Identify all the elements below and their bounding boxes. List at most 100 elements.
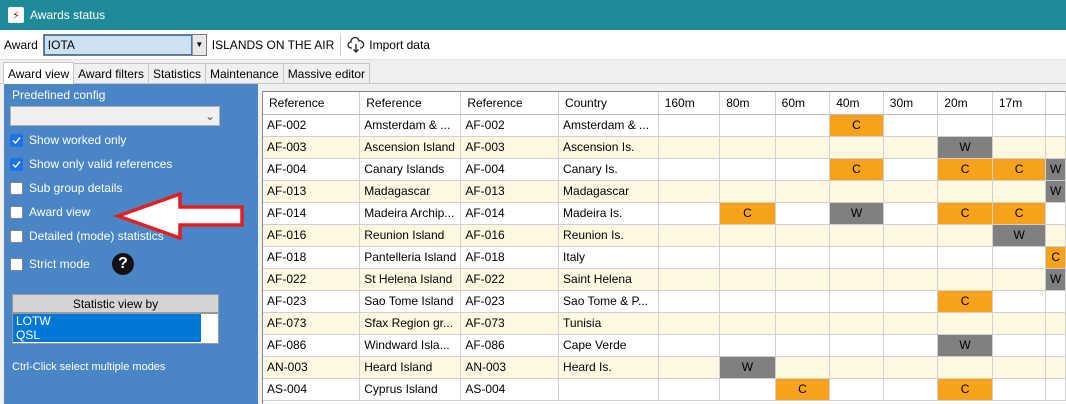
table-cell: AF-002: [460, 114, 560, 137]
band-cell: [937, 312, 993, 335]
column-header[interactable]: 17m: [992, 92, 1047, 115]
table-row[interactable]: AF-003 Ascension Island AF-003 Ascension Is…: [263, 136, 1066, 159]
checkbox-checked-icon[interactable]: [10, 157, 23, 171]
column-header[interactable]: [1045, 92, 1066, 115]
band-cell: C: [829, 114, 884, 137]
column-header[interactable]: Reference: [263, 92, 361, 115]
table-row[interactable]: AF-016 Reunion Island AF-016 Reunion Is. W: [263, 224, 1066, 247]
band-cell: [719, 334, 776, 357]
predefined-config-label: Predefined config: [12, 88, 106, 102]
predefined-config-select[interactable]: ⌄: [10, 106, 220, 126]
band-cell: [883, 158, 939, 181]
table-cell: AF-002: [263, 114, 361, 137]
column-header[interactable]: 160m: [658, 92, 721, 115]
band-cell: [1045, 290, 1066, 313]
tab-massive-editor[interactable]: Massive editor: [282, 63, 371, 83]
window-title: Awards status: [30, 8, 106, 22]
band-cell: [992, 312, 1047, 335]
table-row[interactable]: AF-002 Amsterdam & ... AF-002 Amsterdam & .…: [263, 114, 1066, 137]
table-cell: AF-073: [460, 312, 560, 335]
band-cell: C: [829, 158, 884, 181]
table-cell: AF-004: [263, 158, 361, 181]
option-sub-group-details[interactable]: Sub group details: [10, 178, 122, 198]
band-cell: W: [1045, 268, 1066, 291]
band-cell: [883, 224, 939, 247]
band-cell: W: [992, 224, 1047, 247]
table-row[interactable]: AS-004 Cyprus Island AS-004 C C: [263, 378, 1066, 401]
table-row[interactable]: AF-013 Madagascar AF-013 Madagascar W: [263, 180, 1066, 203]
option-detailed-statistics[interactable]: Detailed (mode) statistics: [10, 226, 164, 246]
table-row[interactable]: AF-004 Canary Islands AF-004 Canary Is. C C C W: [263, 158, 1066, 181]
band-cell: [992, 136, 1047, 159]
option-show-worked-only[interactable]: Show worked only: [10, 130, 126, 150]
band-cell: [1045, 378, 1066, 401]
list-item[interactable]: QSL: [13, 328, 201, 342]
list-item[interactable]: LOTW: [13, 314, 201, 328]
band-cell: [719, 378, 776, 401]
band-cell: [883, 356, 939, 379]
multi-select-hint: Ctrl-Click select multiple modes: [12, 361, 166, 373]
table-cell: AF-018: [263, 246, 361, 269]
checkbox-icon[interactable]: [10, 205, 23, 219]
band-cell: [658, 114, 721, 137]
table-row[interactable]: AF-018 Pantelleria Island AF-018 Italy C: [263, 246, 1066, 269]
band-cell: [883, 114, 939, 137]
tab-bar: Award view Award filters Statistics Main…: [0, 62, 1066, 84]
tab-maintenance[interactable]: Maintenance: [204, 63, 284, 83]
column-header[interactable]: 80m: [719, 92, 776, 115]
band-cell: [658, 136, 721, 159]
checkbox-icon[interactable]: [10, 257, 23, 271]
band-cell: C: [775, 378, 831, 401]
band-cell: [775, 290, 831, 313]
toolbar-divider: [340, 33, 342, 56]
table-row[interactable]: AN-003 Heard Island AN-003 Heard Is. W: [263, 356, 1066, 379]
option-show-only-valid-references[interactable]: Show only valid references: [10, 154, 172, 174]
table-row[interactable]: AF-086 Windward Isla... AF-086 Cape Verde W: [263, 334, 1066, 357]
table-cell: AF-018: [460, 246, 560, 269]
checkbox-icon[interactable]: [10, 229, 23, 243]
column-header[interactable]: 60m: [775, 92, 831, 115]
tab-statistics[interactable]: Statistics: [147, 63, 206, 83]
table-cell: Ascension Island: [359, 136, 462, 159]
award-select[interactable]: IOTA ▼: [42, 33, 207, 56]
award-select-value: IOTA: [43, 34, 192, 55]
table-row[interactable]: AF-014 Madeira Archip... AF-014 Madeira Is.…: [263, 202, 1066, 225]
column-header[interactable]: 40m: [829, 92, 884, 115]
table-cell: Ascension Is.: [558, 136, 659, 159]
table-row[interactable]: AF-023 Sao Tome Island AF-023 Sao Tome & P.…: [263, 290, 1066, 313]
band-cell: [883, 246, 939, 269]
column-header[interactable]: Reference: [460, 92, 560, 115]
table-cell: Madagascar: [359, 180, 462, 203]
band-cell: [992, 180, 1047, 203]
option-award-view[interactable]: Award view: [10, 202, 90, 222]
option-strict-mode[interactable]: Strict mode: [10, 254, 90, 274]
column-header[interactable]: Country: [558, 92, 659, 115]
tab-award-view[interactable]: Award view: [3, 62, 75, 84]
cloud-download-icon: [347, 36, 365, 53]
table-cell: AF-013: [460, 180, 560, 203]
table-cell: AF-003: [263, 136, 361, 159]
award-name: ISLANDS ON THE AIR: [211, 37, 335, 52]
column-header[interactable]: Reference: [359, 92, 462, 115]
band-cell: [937, 356, 993, 379]
band-cell: [658, 334, 721, 357]
table-row[interactable]: AF-022 St Helena Island AF-022 Saint Helena…: [263, 268, 1066, 291]
table-row[interactable]: AF-073 Sfax Region gr... AF-073 Tunisia: [263, 312, 1066, 335]
table-cell: Madeira Is.: [558, 202, 659, 225]
column-header[interactable]: 30m: [883, 92, 939, 115]
checkbox-icon[interactable]: [10, 181, 23, 195]
award-grid[interactable]: Reference Reference Reference Country 160m 80…: [262, 91, 1066, 404]
band-cell: [937, 246, 993, 269]
table-cell: Sao Tome Island: [359, 290, 462, 313]
column-header[interactable]: 20m: [937, 92, 993, 115]
checkbox-checked-icon[interactable]: [10, 133, 23, 147]
statistic-view-list[interactable]: LOTW QSL: [12, 313, 219, 344]
band-cell: [658, 202, 721, 225]
chevron-down-icon[interactable]: ▼: [191, 34, 206, 55]
table-cell: Tunisia: [558, 312, 659, 335]
band-cell: [719, 224, 776, 247]
table-cell: AF-086: [263, 334, 361, 357]
help-icon[interactable]: ?: [112, 253, 134, 275]
tab-award-filters[interactable]: Award filters: [73, 63, 149, 83]
import-data-button[interactable]: Import data: [347, 36, 430, 54]
